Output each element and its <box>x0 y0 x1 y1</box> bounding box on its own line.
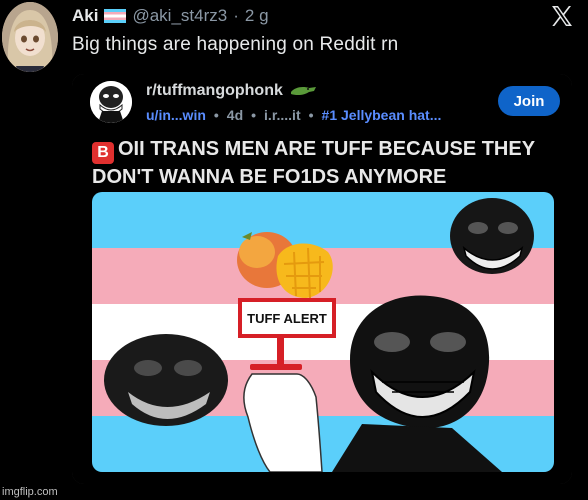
headline-text: OII TRANS MEN ARE TUFF BECAUSE THEY DON'… <box>92 138 535 188</box>
b-button-emoji-icon: B <box>92 142 114 164</box>
tweet-media[interactable]: r/tuffmangophonk u/in...win • 4d • i.r..… <box>72 74 572 484</box>
post-meta: u/in...win • 4d • i.r....it • #1 Jellybe… <box>146 107 441 123</box>
tweet-text: Big things are happening on Reddit rn <box>72 34 399 55</box>
x-logo-icon[interactable] <box>550 4 574 28</box>
join-button[interactable]: Join <box>498 86 560 116</box>
anime-girl-avatar-image <box>2 2 58 72</box>
display-name[interactable]: Aki <box>72 6 98 26</box>
meta-dot: • <box>308 107 314 123</box>
user-handle[interactable]: @aki_st4rz3 <box>132 6 227 26</box>
subreddit-label[interactable]: r/tuffmangophonk <box>146 82 283 100</box>
tweet-header: Aki @aki_st4rz3 · 2 g <box>72 4 269 28</box>
post-age: 4d <box>226 107 244 123</box>
meta-dot: • <box>251 107 257 123</box>
post-award[interactable]: #1 Jellybean hat... <box>322 107 442 123</box>
tuff-alert-sign: TUFF ALERT <box>238 298 336 338</box>
user-avatar[interactable] <box>2 2 58 72</box>
troll-face-icon <box>90 81 132 123</box>
troll-face-blurred-icon <box>104 334 228 426</box>
post-source[interactable]: i.r....it <box>264 107 301 123</box>
tweet-time[interactable]: 2 g <box>245 6 269 26</box>
troll-face-small-icon <box>450 198 534 274</box>
reddit-post-card: r/tuffmangophonk u/in...win • 4d • i.r..… <box>72 74 572 484</box>
mango-icon <box>237 232 333 299</box>
imgflip-watermark: imgflip.com <box>2 486 58 498</box>
hand-holding-sign <box>243 338 323 472</box>
crocodile-icon <box>290 87 316 96</box>
post-author[interactable]: u/in...win <box>146 107 206 123</box>
troll-face-large-icon <box>332 295 502 472</box>
subreddit-name[interactable]: r/tuffmangophonk <box>146 82 317 100</box>
separator-dot: · <box>233 6 239 25</box>
subreddit-avatar[interactable] <box>90 81 132 123</box>
trans-flag-icon <box>104 9 127 23</box>
post-headline: B OII TRANS MEN ARE TUFF BECAUSE THEY DON… <box>92 136 562 190</box>
tweet: Aki @aki_st4rz3 · 2 g Big things are hap… <box>0 0 588 500</box>
post-image[interactable]: TUFF ALERT <box>92 192 554 472</box>
meta-dot: • <box>213 107 219 123</box>
